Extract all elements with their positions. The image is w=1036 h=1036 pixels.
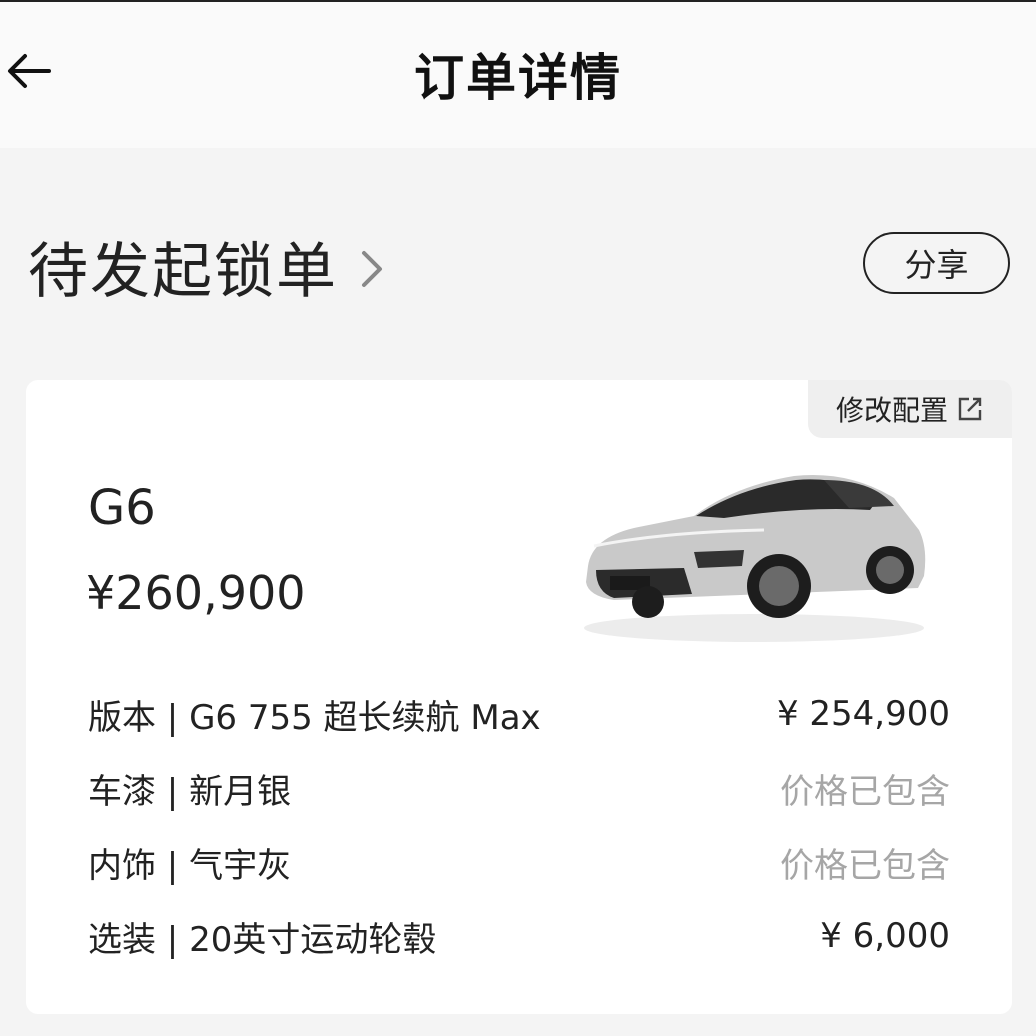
spec-label: 内饰 | 气宇灰 (88, 845, 292, 886)
order-status-link[interactable]: 待发起锁单 (28, 226, 384, 307)
page-title: 订单详情 (414, 49, 622, 107)
order-config-card: 修改配置 G6 ¥260,900 版本 | G6 755 超长续航 Max ¥ … (26, 380, 1012, 1014)
spec-label: 版本 | G6 755 超长续航 Max (88, 697, 541, 738)
spec-row-options: 选装 | 20英寸运动轮毂 ¥ 6,000 (88, 914, 950, 960)
spec-price: ¥ 6,000 (820, 916, 950, 956)
spec-price: 价格已包含 (780, 771, 950, 812)
share-button[interactable]: 分享 (863, 232, 1010, 294)
chevron-right-icon (362, 251, 382, 287)
spec-label: 选装 | 20英寸运动轮毂 (88, 919, 437, 960)
car-image (584, 474, 926, 642)
spec-row-version: 版本 | G6 755 超长续航 Max ¥ 254,900 (88, 692, 950, 738)
external-edit-icon (958, 397, 982, 421)
order-status-text: 待发起锁单 (28, 236, 338, 307)
model-price: ¥260,900 (86, 566, 306, 620)
spec-row-paint: 车漆 | 新月银 价格已包含 (88, 766, 950, 812)
top-bar: 订单详情 (0, 0, 1036, 148)
modify-config-button[interactable]: 修改配置 (808, 380, 1012, 438)
spec-label: 车漆 | 新月银 (88, 771, 292, 812)
modify-config-label: 修改配置 (835, 394, 948, 427)
model-name: G6 (88, 480, 156, 536)
spec-row-interior: 内饰 | 气宇灰 价格已包含 (88, 840, 950, 886)
spec-price: ¥ 254,900 (776, 694, 950, 734)
spec-price: 价格已包含 (780, 845, 950, 886)
